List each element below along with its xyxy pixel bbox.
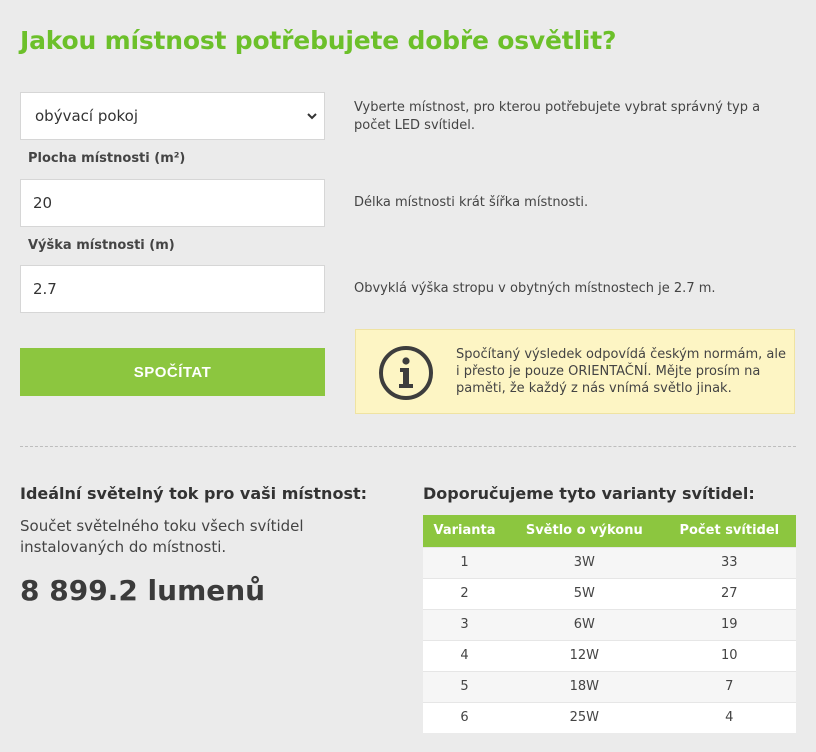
result-description: Součet světelného toku všech svítidel in…: [20, 517, 304, 556]
column-header: Počet svítidel: [662, 515, 796, 547]
recommendations-heading: Doporučujeme tyto varianty svítidel:: [423, 484, 755, 503]
variant-cell: 4: [423, 639, 507, 671]
table-row: 6 25W 4: [423, 701, 796, 733]
area-help: Délka místnosti krát šířka místnosti.: [354, 195, 589, 210]
power-cell: 5W: [506, 577, 663, 609]
height-input[interactable]: [20, 265, 325, 313]
count-cell: 10: [662, 639, 796, 671]
table-row: 3 6W 19: [423, 608, 796, 640]
result-heading: Ideální světelný tok pro vaši místnost:: [20, 484, 368, 503]
variant-cell: 3: [423, 608, 507, 640]
room-select-value: obývací pokoj: [35, 107, 139, 125]
power-cell: 18W: [506, 670, 663, 702]
power-cell: 12W: [506, 639, 663, 671]
variant-cell: 1: [423, 546, 507, 578]
area-input[interactable]: [20, 179, 325, 227]
column-header: Světlo o výkonu: [506, 515, 663, 547]
height-label: Výška místnosti (m): [28, 238, 175, 253]
notice-box: Spočítaný výsledek odpovídá českým normá…: [355, 329, 795, 414]
height-help: Obvyklá výška stropu v obytných místnost…: [354, 281, 716, 296]
variant-cell: 2: [423, 577, 507, 609]
table-row: 1 3W 33: [423, 546, 796, 578]
power-cell: 25W: [506, 701, 663, 733]
table-row: 2 5W 27: [423, 577, 796, 609]
room-select[interactable]: obývací pokoj: [20, 92, 325, 140]
chevron-down-icon: [307, 113, 317, 120]
section-divider: [20, 446, 796, 447]
calculate-button[interactable]: SPOČÍTAT: [20, 348, 325, 396]
area-label: Plocha místnosti (m²): [28, 151, 186, 166]
room-select-help: Vyberte místnost, pro kterou potřebujete…: [354, 100, 761, 133]
variant-cell: 5: [423, 670, 507, 702]
count-cell: 19: [662, 608, 796, 640]
column-header: Varianta: [423, 515, 507, 547]
page-title: Jakou místnost potřebujete dobře osvětli…: [20, 26, 617, 55]
count-cell: 7: [662, 670, 796, 702]
power-cell: 6W: [506, 608, 663, 640]
count-cell: 27: [662, 577, 796, 609]
info-icon: [379, 346, 433, 400]
count-cell: 4: [662, 701, 796, 733]
table-row: 4 12W 10: [423, 639, 796, 671]
table-header-row: Varianta Světlo o výkonu Počet svítidel: [423, 515, 796, 547]
power-cell: 3W: [506, 546, 663, 578]
table-row: 5 18W 7: [423, 670, 796, 702]
result-value: 8 899.2 lumenů: [20, 574, 266, 607]
count-cell: 33: [662, 546, 796, 578]
variants-table: Varianta Světlo o výkonu Počet svítidel …: [423, 515, 796, 733]
variant-cell: 6: [423, 701, 507, 733]
notice-text: Spočítaný výsledek odpovídá českým normá…: [456, 347, 787, 396]
